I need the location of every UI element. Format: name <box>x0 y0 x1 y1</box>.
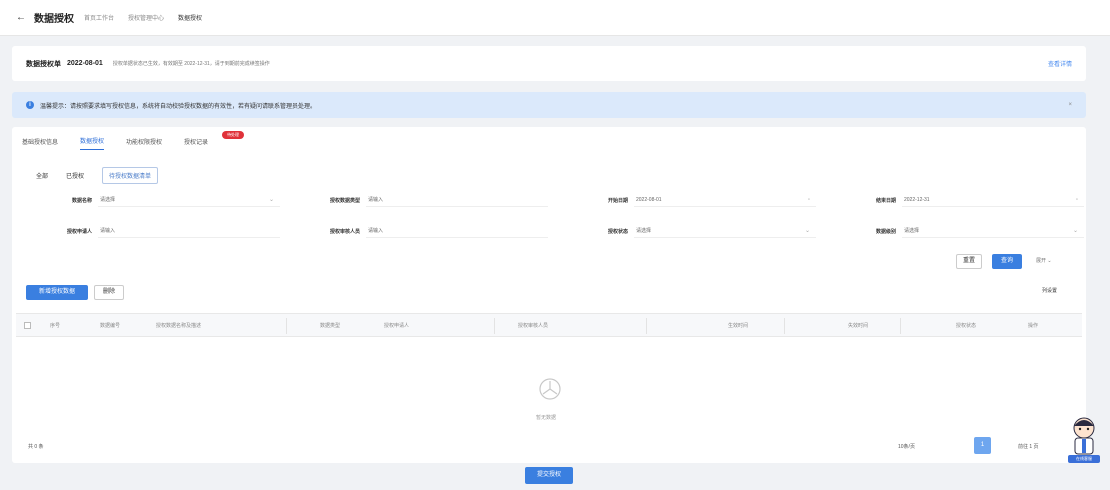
calendar-icon: ▫ <box>807 197 810 203</box>
column-header: 失效时间 <box>848 323 869 329</box>
main-panel: 基础授权信息 数据授权 功能权限授权 授权记录 待处理 全部 已授权 待授权数据清… <box>12 127 1086 463</box>
search-button[interactable]: 查询 <box>992 254 1022 269</box>
delete-button[interactable]: 删除 <box>94 285 124 300</box>
chevron-down-icon: ⌄ <box>1072 228 1078 234</box>
page-size-select[interactable]: 10条/页 <box>898 443 915 450</box>
submit-authorization-button[interactable]: 提交授权 <box>525 467 573 484</box>
top-bar: ← 数据授权 首页工作台 授权管理中心 数据授权 <box>0 0 1110 36</box>
filter-label: 数据名称 <box>71 197 92 204</box>
start-date-picker[interactable]: 2022-08-01 ▫ <box>634 193 816 207</box>
view-details-link[interactable]: 查看详情 <box>1048 59 1072 68</box>
column-divider <box>286 318 287 334</box>
status-select[interactable]: 请选择 ⌄ <box>634 224 816 238</box>
filter-applicant: 授权申请人 请输入 <box>12 224 280 238</box>
empty-state-text: 暂无数据 <box>536 415 557 421</box>
filter-data-type: 授权数据类型 请输入 <box>280 193 548 207</box>
column-header: 数据类型 <box>320 323 341 329</box>
filter-end-date: 结束日期 2022-12-31 ▫ <box>816 193 1084 207</box>
column-header: 授权状态 <box>956 323 977 329</box>
column-header: 授权申请人 <box>384 323 410 329</box>
reviewer-input[interactable]: 请输入 <box>366 224 548 238</box>
filter-value: 请选择 <box>100 197 116 203</box>
info-date: 2022-08-01 <box>67 60 103 67</box>
column-header: 授权审核人员 <box>518 323 549 329</box>
tab-records-label: 授权记录 <box>184 139 209 146</box>
add-data-button[interactable]: 新增授权数据 <box>26 285 88 300</box>
close-icon[interactable]: × <box>1068 102 1072 108</box>
column-header: 操作 <box>1028 323 1039 329</box>
filter-label: 授权审核人员 <box>329 228 360 235</box>
tab-records[interactable]: 授权记录 待处理 <box>184 130 245 150</box>
page-button-current[interactable]: 1 <box>974 437 991 454</box>
filter-start-date: 开始日期 2022-08-01 ▫ <box>548 193 816 207</box>
data-name-select[interactable]: 请选择 ⌄ <box>98 193 280 207</box>
breadcrumb-center[interactable]: 授权管理中心 <box>128 13 164 22</box>
customer-service-label[interactable]: 在线客服 <box>1068 455 1100 463</box>
column-divider <box>784 318 785 334</box>
column-header: 生效时间 <box>728 323 749 329</box>
filter-status: 授权状态 请选择 ⌄ <box>548 224 816 238</box>
column-header: 数据编号 <box>100 323 121 329</box>
filter-label: 开始日期 <box>607 197 628 204</box>
breadcrumb-home[interactable]: 首页工作台 <box>84 13 114 22</box>
calendar-icon: ▫ <box>1075 197 1078 203</box>
authorization-info-card: 数据授权单 2022-08-01 授权单据状态已生效，有效期至 2022-12-… <box>12 46 1086 81</box>
filter-label: 授权数据类型 <box>329 197 360 204</box>
chevron-down-icon: ⌄ <box>804 228 810 234</box>
tab-data-authorization[interactable]: 数据授权 <box>80 136 105 150</box>
notice-banner: i 温馨提示：请按照要求填写授权信息，系统将自动校验授权数据的有效性，若有疑问请… <box>12 92 1086 118</box>
filter-label: 授权申请人 <box>66 228 92 235</box>
notice-text: 温馨提示：请按照要求填写授权信息，系统将自动校验授权数据的有效性，若有疑问请联系… <box>40 103 317 110</box>
column-divider <box>900 318 901 334</box>
filter-data-name: 数据名称 请选择 ⌄ <box>12 193 280 207</box>
column-divider <box>494 318 495 334</box>
filter-value: 请输入 <box>368 228 384 234</box>
breadcrumb-current: 数据授权 <box>178 16 203 22</box>
info-icon: i <box>26 101 34 109</box>
filter-value: 请选择 <box>904 228 920 234</box>
expand-toggle[interactable]: 展开 ⌄ <box>1036 257 1052 264</box>
subtab-all[interactable]: 全部 <box>36 171 48 180</box>
level-select[interactable]: 请选择 ⌄ <box>902 224 1084 238</box>
applicant-input[interactable]: 请输入 <box>98 224 280 238</box>
empty-box-icon <box>539 378 561 400</box>
tab-bar: 基础授权信息 数据授权 功能权限授权 授权记录 待处理 <box>22 130 245 153</box>
filter-value: 请输入 <box>368 197 384 203</box>
page-title: 数据授权 <box>34 14 74 25</box>
filter-value: 2022-12-31 <box>904 197 930 203</box>
column-header: 序号 <box>50 323 61 329</box>
page-jump-input[interactable]: 前往 1 页 <box>1018 443 1039 450</box>
tab-function-permission[interactable]: 功能权限授权 <box>126 137 162 150</box>
data-type-input[interactable]: 请输入 <box>366 193 548 207</box>
column-divider <box>646 318 647 334</box>
list-settings-link[interactable]: 列设置 <box>1042 287 1057 294</box>
info-label: 数据授权单 <box>26 60 61 68</box>
status-badge: 待处理 <box>222 130 245 139</box>
filter-label: 数据级别 <box>875 228 896 235</box>
tab-basic-info[interactable]: 基础授权信息 <box>22 137 58 150</box>
column-header: 授权数据名称及描述 <box>156 323 202 329</box>
filter-row-1: 数据名称 请选择 ⌄ 授权数据类型 请输入 开始日期 2022-08-01 ▫ 结束… <box>12 193 1086 207</box>
filter-label: 授权状态 <box>607 228 628 235</box>
filter-reviewer: 授权审核人员 请输入 <box>280 224 548 238</box>
filter-value: 2022-08-01 <box>636 197 662 203</box>
info-description: 授权单据状态已生效，有效期至 2022-12-31，请于到期前完成续签操作 <box>112 61 270 67</box>
end-date-picker[interactable]: 2022-12-31 ▫ <box>902 193 1084 207</box>
filter-row-2: 授权申请人 请输入 授权审核人员 请输入 授权状态 请选择 ⌄ 数据级别 请选择 ⌄ <box>12 224 1086 238</box>
subtab-authorized[interactable]: 已授权 <box>66 171 84 180</box>
filter-label: 结束日期 <box>875 197 896 204</box>
filter-value: 请选择 <box>636 228 652 234</box>
reset-button[interactable]: 重置 <box>956 254 982 269</box>
table-header: 序号 数据编号 授权数据名称及描述 数据类型 授权申请人 授权审核人员 生效时间… <box>16 313 1082 337</box>
filter-value: 请输入 <box>100 228 116 234</box>
filter-level: 数据级别 请选择 ⌄ <box>816 224 1084 238</box>
subtab-pending-list[interactable]: 待授权数据清单 <box>102 167 159 184</box>
arrow-left-icon[interactable]: ← <box>16 12 26 23</box>
chevron-down-icon: ⌄ <box>268 197 274 203</box>
select-all-checkbox[interactable] <box>24 322 31 329</box>
pagination-total: 共 0 条 <box>28 444 44 450</box>
sub-filter-tabs: 全部 已授权 待授权数据清单 <box>36 167 176 184</box>
